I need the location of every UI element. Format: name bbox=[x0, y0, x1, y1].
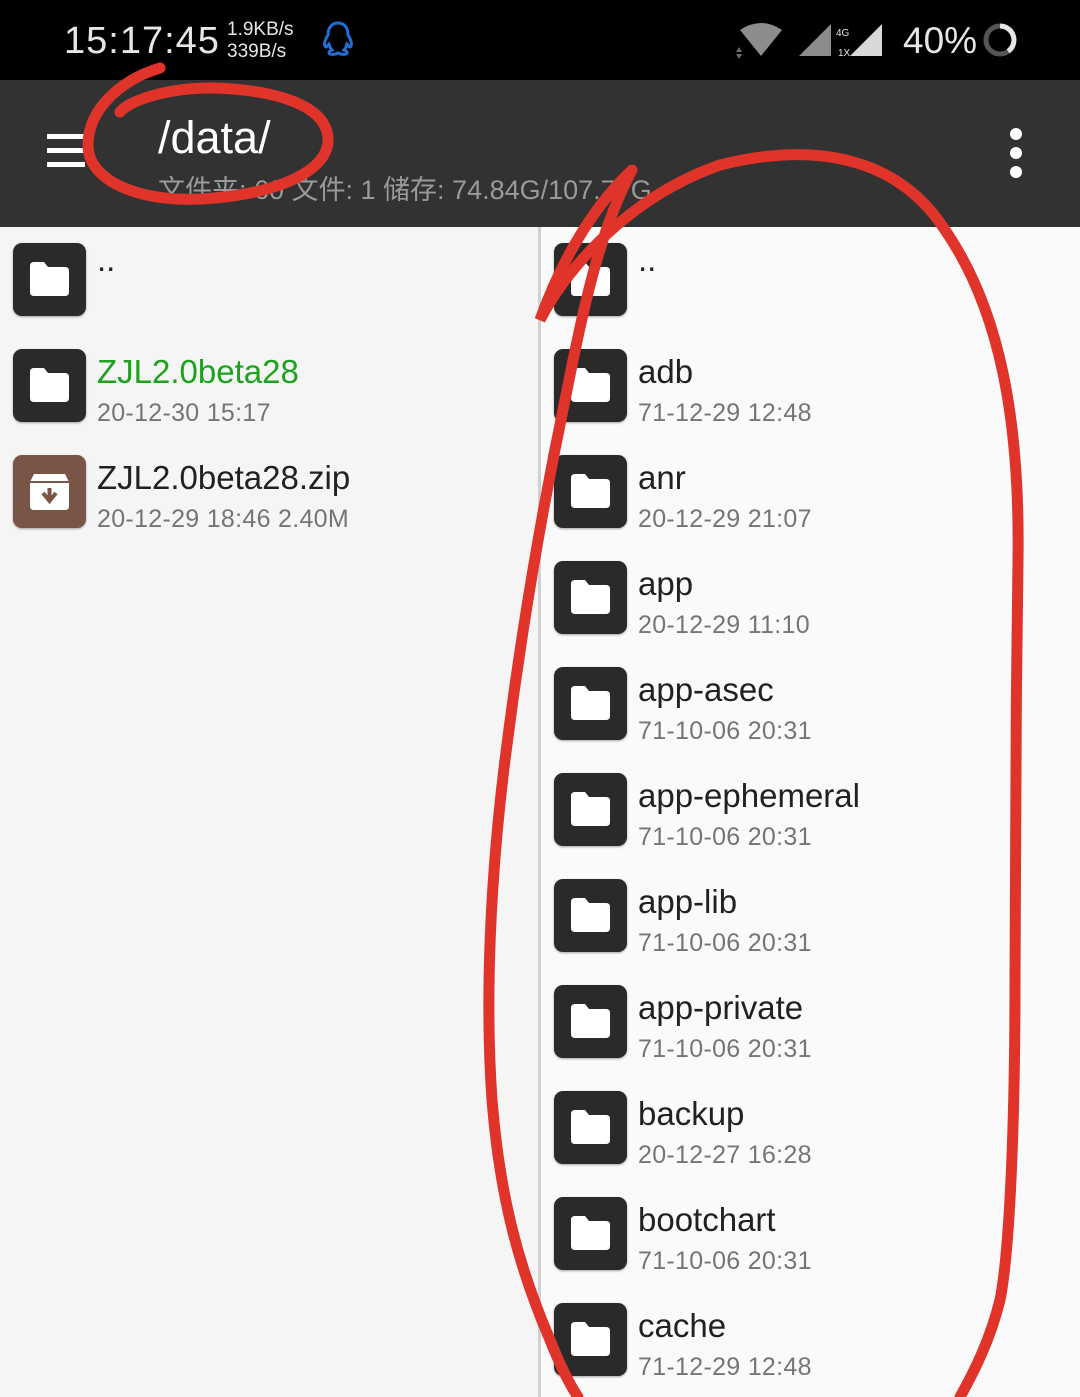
folder-icon bbox=[13, 243, 86, 316]
list-item-folder[interactable]: app-ephemeral 71-10-06 20:31 bbox=[541, 757, 1080, 863]
file-name: .. bbox=[638, 241, 657, 278]
file-meta: 71-10-06 20:31 bbox=[638, 823, 812, 851]
app-toolbar: /data/ 文件夹: 60 文件: 1 储存: 74.84G/107.77G bbox=[0, 80, 1080, 227]
file-meta: 20-12-27 16:28 bbox=[638, 1141, 812, 1169]
folder-icon bbox=[554, 455, 627, 528]
file-meta: 20-12-29 21:07 bbox=[638, 505, 812, 533]
list-item-folder[interactable]: app 20-12-29 11:10 bbox=[541, 545, 1080, 651]
file-meta: 71-12-29 12:48 bbox=[638, 1353, 812, 1381]
folder-icon bbox=[554, 667, 627, 740]
network-speed-up: 339B/s bbox=[227, 41, 287, 62]
path-summary: 文件夹: 60 文件: 1 储存: 74.84G/107.77G bbox=[158, 175, 652, 205]
signal-4g-icon: 4G 1X bbox=[836, 24, 882, 58]
folder-icon bbox=[554, 1303, 627, 1376]
list-item-archive[interactable]: ZJL2.0beta28.zip 20-12-29 18:46 2.40M bbox=[0, 439, 538, 545]
list-item-parent-dir[interactable]: .. bbox=[541, 227, 1080, 333]
list-item-folder[interactable]: bootchart 71-10-06 20:31 bbox=[541, 1181, 1080, 1287]
list-item-folder[interactable]: app-lib 71-10-06 20:31 bbox=[541, 863, 1080, 969]
folder-icon bbox=[554, 243, 627, 316]
file-name: anr bbox=[638, 459, 686, 496]
left-file-pane[interactable]: .. ZJL2.0beta28 20-12-30 15:17 ZJL2.0bet… bbox=[0, 227, 538, 1397]
file-name: bootchart bbox=[638, 1201, 776, 1238]
file-meta: 20-12-30 15:17 bbox=[97, 399, 271, 427]
right-file-pane[interactable]: .. adb 71-12-29 12:48 anr 20-12-29 21:07 app 2… bbox=[541, 227, 1080, 1397]
file-name: .. bbox=[97, 241, 116, 278]
file-meta: 20-12-29 11:10 bbox=[638, 611, 810, 639]
file-meta: 71-10-06 20:31 bbox=[638, 1035, 812, 1063]
file-name: app-lib bbox=[638, 883, 738, 920]
file-name: ZJL2.0beta28.zip bbox=[97, 459, 351, 496]
list-item-folder[interactable]: app-private 71-10-06 20:31 bbox=[541, 969, 1080, 1075]
file-name: cache bbox=[638, 1307, 727, 1344]
file-name: backup bbox=[638, 1095, 745, 1132]
list-item-folder[interactable]: app-asec 71-10-06 20:31 bbox=[541, 651, 1080, 757]
hamburger-menu-icon[interactable] bbox=[47, 134, 85, 172]
folder-icon bbox=[554, 1197, 627, 1270]
list-item-folder[interactable]: ZJL2.0beta28 20-12-30 15:17 bbox=[0, 333, 538, 439]
wifi-icon bbox=[736, 23, 782, 59]
folder-icon bbox=[554, 985, 627, 1058]
file-name: app-ephemeral bbox=[638, 777, 860, 814]
net-type-label: 4G bbox=[836, 28, 850, 39]
file-meta: 71-10-06 20:31 bbox=[638, 929, 812, 957]
battery-percent: 40% bbox=[903, 20, 978, 61]
folder-icon bbox=[554, 879, 627, 952]
network-speed: 1.9KB/s 339B/s bbox=[227, 19, 294, 63]
status-clock: 15:17:45 bbox=[64, 20, 220, 62]
folder-icon bbox=[554, 561, 627, 634]
file-meta: 71-10-06 20:31 bbox=[638, 717, 812, 745]
folder-icon bbox=[554, 773, 627, 846]
file-meta: 71-10-06 20:31 bbox=[638, 1247, 812, 1275]
list-item-folder[interactable]: backup 20-12-27 16:28 bbox=[541, 1075, 1080, 1181]
sim-label: 1X bbox=[838, 48, 851, 58]
file-name: app-asec bbox=[638, 671, 774, 708]
file-name: app bbox=[638, 565, 694, 602]
file-meta: 20-12-29 18:46 2.40M bbox=[97, 505, 350, 533]
signal-icon bbox=[799, 24, 831, 56]
list-item-parent-dir[interactable]: .. bbox=[0, 227, 538, 333]
file-name: ZJL2.0beta28 bbox=[97, 353, 299, 390]
file-name: adb bbox=[638, 353, 694, 390]
list-item-folder[interactable]: adb 71-12-29 12:48 bbox=[541, 333, 1080, 439]
file-meta: 71-12-29 12:48 bbox=[638, 399, 812, 427]
archive-icon bbox=[13, 455, 86, 528]
more-vert-icon[interactable] bbox=[1004, 128, 1028, 178]
status-bar: 15:17:45 1.9KB/s 339B/s 4G 1X 40% bbox=[0, 0, 1080, 80]
battery-icon bbox=[983, 23, 1017, 57]
folder-icon bbox=[13, 349, 86, 422]
list-item-folder[interactable]: cache 71-12-29 12:48 bbox=[541, 1287, 1080, 1393]
folder-icon bbox=[554, 349, 627, 422]
current-path-title: /data/ bbox=[158, 112, 271, 163]
list-item-folder[interactable]: anr 20-12-29 21:07 bbox=[541, 439, 1080, 545]
qq-icon bbox=[323, 21, 353, 56]
network-speed-down: 1.9KB/s bbox=[227, 19, 294, 40]
file-name: app-private bbox=[638, 989, 804, 1026]
folder-icon bbox=[554, 1091, 627, 1164]
